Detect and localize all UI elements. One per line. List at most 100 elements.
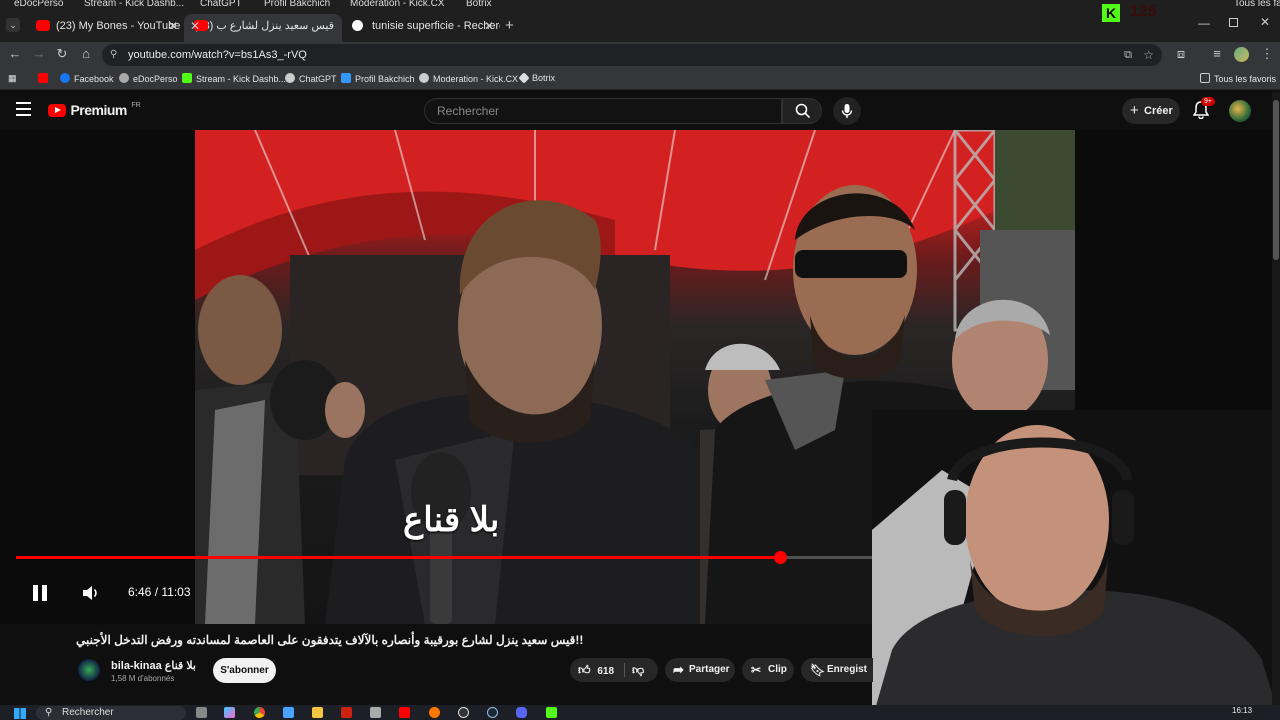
bookmark-youtube-icon[interactable] (38, 73, 52, 84)
bookmark-kick-dashboard[interactable]: Stream - Kick Dashb... (182, 73, 286, 84)
like-count: 618 (597, 666, 615, 677)
discord-icon[interactable] (516, 707, 527, 718)
like-button[interactable]: 👍︎ 618 (578, 658, 614, 684)
copilot-icon[interactable] (224, 707, 235, 718)
taskbar-search-label: Rechercher (62, 707, 114, 718)
bookmark-botrix[interactable]: Botrix (518, 72, 555, 84)
share-button[interactable]: ➦ Partager (665, 658, 735, 682)
share-arrow-icon: ➦ (673, 662, 684, 677)
channel-avatar[interactable] (78, 659, 100, 681)
volume-button[interactable] (82, 585, 100, 606)
address-bar-row: ← → ↻ ⌂ ⚲ youtube.com/watch?v=bs1As3_-rV… (0, 42, 1280, 68)
maximize-icon[interactable] (1229, 18, 1238, 27)
install-icon[interactable]: ⧉ (1124, 44, 1132, 66)
account-avatar[interactable] (1229, 100, 1251, 122)
close-tab-icon[interactable]: ✕ (168, 14, 178, 38)
pause-button[interactable] (32, 584, 48, 602)
overlay-counter: 125 (1130, 3, 1157, 20)
firefox-icon[interactable] (429, 707, 440, 718)
search-input[interactable]: Rechercher (424, 98, 782, 124)
file-explorer-icon[interactable] (312, 707, 323, 718)
extensions-icon[interactable]: ⧈ (1172, 46, 1190, 62)
minimize-icon[interactable]: — (1198, 16, 1210, 30)
bookmark-profil-bakchich[interactable]: Profil Bakchich (341, 73, 415, 84)
new-tab-icon[interactable]: + (505, 17, 514, 34)
app-red-icon[interactable] (341, 707, 352, 718)
webcam-scene (872, 410, 1280, 720)
app-green-icon[interactable] (546, 707, 557, 718)
apps-grid-icon[interactable]: ▦ (8, 73, 17, 84)
top-favorites[interactable]: Tous les fa (1234, 0, 1280, 9)
page-scrollbar[interactable] (1272, 92, 1280, 705)
url-field[interactable]: ⚲ youtube.com/watch?v=bs1As3_-rVQ ⧉ ☆ (102, 44, 1162, 66)
youtube-premium-logo[interactable]: Premium FR (48, 102, 141, 122)
windows-taskbar: ⚲ Rechercher 16:13 (0, 705, 1280, 720)
tab-my-bones[interactable]: (23) My Bones - YouTube ✕ (26, 14, 184, 42)
close-tab-icon[interactable]: ✕ (190, 14, 200, 38)
bookmarks-bar: ▦ Facebook eDocPerso Stream - Kick Dashb… (0, 68, 1280, 90)
kick-logo-icon: K (1102, 4, 1120, 22)
browser-menu-icon[interactable]: ⋮ (1258, 46, 1276, 62)
plus-icon: + (1130, 102, 1139, 119)
bookmark-chatgpt[interactable]: ChatGPT (285, 73, 337, 84)
steam-icon[interactable] (487, 707, 498, 718)
windows-start-icon[interactable] (14, 708, 26, 719)
forward-icon[interactable]: → (30, 46, 48, 61)
microphone-icon (841, 104, 853, 118)
hamburger-menu-icon[interactable] (16, 102, 31, 116)
scissors-icon: ✂ (751, 663, 762, 677)
clock[interactable]: 16:13 (1232, 706, 1252, 715)
bookmark-edocperso[interactable]: eDocPerso (119, 73, 178, 84)
youtube-favicon-icon (36, 20, 50, 31)
bookmarks-strip-top: eDocPerso Stream - Kick Dashb... ChatGPT… (0, 0, 1280, 10)
top-bookmark[interactable]: Stream - Kick Dashb... (84, 0, 184, 9)
close-tab-icon[interactable]: ✕ (484, 14, 494, 38)
reload-icon[interactable]: ↻ (53, 46, 71, 62)
search-button[interactable] (782, 98, 822, 124)
bookmark-star-icon[interactable]: ☆ (1143, 44, 1154, 66)
pause-icon (33, 585, 38, 601)
channel-name[interactable]: bila-kinaa بلا قناع (111, 659, 196, 672)
all-favorites-folder[interactable]: Tous les favoris (1200, 73, 1276, 84)
subscribe-button[interactable]: S'abonner (213, 658, 276, 683)
back-icon[interactable]: ← (6, 46, 24, 61)
top-bookmark[interactable]: Moderation - Kick.CX (350, 0, 444, 9)
browser-tab-bar: ⌄ (23) My Bones - YouTube ✕ قيس سعيد ينز… (0, 3, 1280, 42)
top-bookmark[interactable]: Profil Bakchich (264, 0, 330, 9)
app-grid-icon[interactable] (370, 707, 381, 718)
profile-avatar-icon[interactable] (1234, 47, 1249, 62)
youtube-play-icon (48, 104, 66, 117)
bookmark-moderation-kick[interactable]: Moderation - Kick.CX (419, 73, 518, 84)
voice-search-button[interactable] (833, 97, 861, 125)
tab-google-search[interactable]: tunisie superficie - Recherche G ✕ (342, 14, 500, 42)
media-control-icon[interactable]: ≡ (1208, 46, 1226, 61)
top-bookmark[interactable]: eDocPerso (14, 0, 63, 9)
top-bookmark[interactable]: Botrix (466, 0, 492, 9)
home-icon[interactable]: ⌂ (77, 46, 95, 61)
tab-label: tunisie superficie - Recherche G (372, 20, 500, 32)
site-info-icon[interactable]: ⚲ (110, 44, 117, 66)
thumbs-down-icon: 👎︎ (632, 663, 645, 677)
top-bookmark[interactable]: ChatGPT (200, 0, 242, 9)
dislike-button[interactable]: 👎︎ (632, 658, 644, 684)
clip-button[interactable]: ✂ Clip (742, 658, 794, 682)
subscriber-count: 1,58 M d'abonnés (111, 674, 175, 683)
tab-label: قيس سعيد ينزل لشارع ب (23) (194, 20, 334, 32)
chrome-icon[interactable] (254, 707, 265, 718)
create-button[interactable]: + Créer (1122, 98, 1180, 124)
tab-list-icon[interactable]: ⌄ (6, 18, 20, 32)
streamer-webcam (872, 410, 1280, 720)
tab-active-video[interactable]: قيس سعيد ينزل لشارع ب (23) ✕ (184, 14, 342, 42)
store-icon[interactable] (283, 707, 294, 718)
close-window-icon[interactable]: ✕ (1260, 15, 1270, 29)
youtube-app-icon[interactable] (399, 707, 410, 718)
task-view-icon[interactable] (196, 707, 207, 718)
taskbar-search[interactable]: ⚲ Rechercher (36, 706, 186, 720)
logo-text: Premium (70, 102, 127, 118)
video-caption: بلا قناع (403, 501, 500, 539)
youtube-header: Premium FR Rechercher + Créer 9+ (0, 92, 1280, 130)
obs-icon[interactable] (458, 707, 469, 718)
save-button[interactable]: 🔖︎ Enregist (801, 658, 873, 682)
bookmark-facebook[interactable]: Facebook (60, 73, 114, 84)
notifications-bell-icon[interactable]: 9+ (1192, 97, 1215, 120)
